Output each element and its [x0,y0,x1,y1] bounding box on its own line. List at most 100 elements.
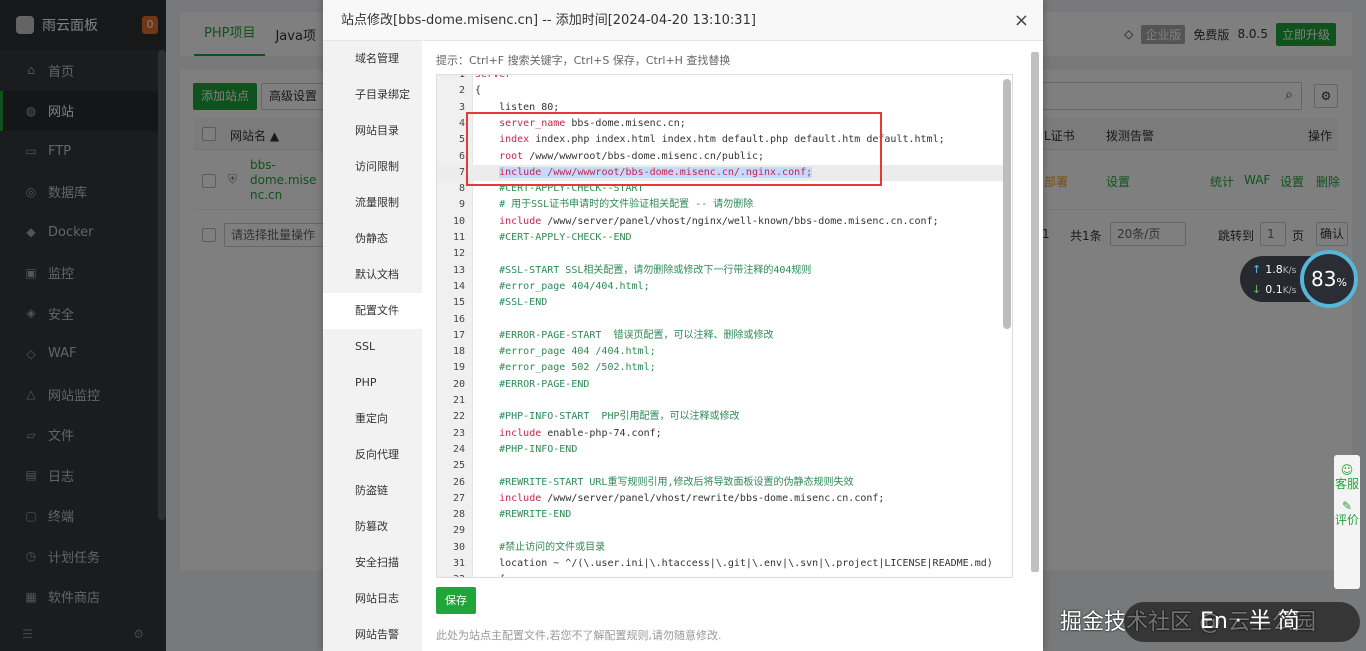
modal-tab[interactable]: 子目录绑定 [323,77,422,113]
line-number: 17 [452,329,465,341]
modal-tab[interactable]: 防盗链 [323,473,422,509]
code-line[interactable]: 19 #error_page 502 /502.html; [437,360,1005,376]
line-number: 19 [452,362,465,374]
code-line[interactable]: 27 include /www/server/panel/vhost/rewri… [437,491,1005,507]
code-text: #REWRITE-START URL重写规则引用,修改后将导致面板设置的伪静态规… [469,477,853,488]
line-number: 9 [458,199,465,211]
modal-tab[interactable]: 流量限制 [323,185,422,221]
code-text: #ERROR-PAGE-START 错误页配置，可以注释、删除或修改 [469,330,773,341]
modal-tab[interactable]: 防篡改 [323,509,422,545]
code-line[interactable]: 9 # 用于SSL证书申请时的文件验证相关配置 -- 请勿删除 [437,197,1005,213]
code-text: server [469,74,512,80]
code-token: #PHP-INFO-START PHP引用配置，可以注释或修改 [475,411,740,423]
code-text: { [469,85,481,96]
code-line[interactable]: 28 #REWRITE-END [437,507,1005,523]
code-token: server [475,74,512,80]
save-button[interactable]: 保存 [436,587,476,614]
modal-tab[interactable]: 访问限制 [323,149,422,185]
code-line[interactable]: 21 [437,393,1005,409]
code-line[interactable]: 2{ [437,83,1005,99]
code-line[interactable]: 24 #PHP-INFO-END [437,442,1005,458]
modal-tab[interactable]: 网站目录 [323,113,422,149]
feedback-button[interactable]: ✎ 评价 [1334,491,1360,527]
load-gauge[interactable]: 83% [1300,250,1358,308]
line-number: 31 [452,558,465,569]
config-warning-note: 此处为站点主配置文件,若您不了解配置规则,请勿随意修改. [436,629,722,642]
code-line[interactable]: 22 #PHP-INFO-START PHP引用配置，可以注释或修改 [437,409,1005,425]
code-line[interactable]: 25 [437,458,1005,474]
highlight-box [466,112,882,186]
code-text: #PHP-INFO-START PHP引用配置，可以注释或修改 [469,411,740,423]
code-text: include enable-php-74.conf; [469,428,662,439]
editor-scrollbar[interactable] [1003,79,1011,329]
modal-scrollbar[interactable] [1029,52,1041,632]
code-token: include [499,427,542,439]
code-token: #error_page 502 /502.html; [475,362,656,374]
code-line[interactable]: 13 #SSL-START SSL相关配置，请勿删除或修改下一行带注释的404规… [437,263,1005,279]
download-icon: ↓ [1252,283,1262,296]
download-unit: K/s [1282,286,1297,296]
line-number: 32 [437,572,469,577]
code-line[interactable]: 12 [437,246,1005,262]
code-text: #CERT-APPLY-CHECK--END [469,232,631,243]
code-line[interactable]: 32 { [437,572,1005,577]
line-number: 16 [452,313,465,325]
customer-service-button[interactable]: ☺ 客服 [1334,455,1360,491]
code-token: { [475,85,482,97]
code-line[interactable]: 1 server [437,74,1005,83]
modal-tab[interactable]: 反向代理 [323,437,422,473]
line-number: 20 [452,378,465,390]
code-line[interactable]: 30 #禁止访问的文件或目录 [437,540,1005,556]
code-line[interactable]: 10 include /www/server/panel/vhost/nginx… [437,214,1005,230]
code-line[interactable]: 15 #SSL-END [437,295,1005,311]
code-token: { [475,574,505,577]
line-number: 4 [458,117,465,129]
code-line[interactable]: 18 #error_page 404 /404.html; [437,344,1005,360]
code-token: enable-php-74.conf; [541,427,662,439]
code-text: #error_page 502 /502.html; [469,362,656,373]
code-line[interactable]: 20 #ERROR-PAGE-END [437,377,1005,393]
code-text: include /www/server/panel/vhost/rewrite/… [469,493,884,504]
ime-indicator: En · 半 简 [1124,602,1360,642]
modal-tab[interactable]: 配置文件 [323,293,422,329]
line-number: 26 [452,476,465,488]
line-number: 21 [452,395,465,406]
upload-unit: K/s [1282,266,1297,276]
modal-tab[interactable]: 伪静态 [323,221,422,257]
code-token: #error_page 404/404.html; [475,280,650,292]
code-line[interactable]: 17 #ERROR-PAGE-START 错误页配置，可以注释、删除或修改 [437,328,1005,344]
code-line[interactable]: 16 [437,312,1005,328]
code-text: # 用于SSL证书申请时的文件验证相关配置 -- 请勿删除 [469,199,753,210]
modal-tab[interactable]: 网站告警 [323,617,422,651]
line-number: 23 [452,427,465,439]
modal-tab[interactable]: PHP [323,365,422,401]
modal-scrollbar-thumb[interactable] [1031,52,1039,572]
modal-tab[interactable]: 安全扫描 [323,545,422,581]
code-line[interactable]: 26 #REWRITE-START URL重写规则引用,修改后将导致面板设置的伪… [437,475,1005,491]
code-line[interactable]: 14 #error_page 404/404.html; [437,279,1005,295]
modal-tab[interactable]: 网站日志 [323,581,422,617]
code-token: listen 80; [475,101,560,113]
code-token: /www/server/panel/vhost/nginx/well-known… [541,215,939,227]
code-text: #禁止访问的文件或目录 [469,542,605,553]
code-token: location ~ ^/(\.user.ini|\.htaccess|\.gi… [475,558,993,569]
line-number: 22 [452,411,465,423]
close-icon[interactable]: × [1014,0,1029,41]
code-line[interactable]: 11 #CERT-APPLY-CHECK--END [437,230,1005,246]
modal-tab[interactable]: 重定向 [323,401,422,437]
code-token: include [499,215,542,227]
code-text: #error_page 404 /404.html; [469,346,656,357]
line-number: 10 [452,215,465,227]
modal-tab[interactable]: 域名管理 [323,41,422,77]
code-line[interactable]: 29 [437,523,1005,539]
modal-tab-list: 域名管理 子目录绑定 网站目录 访问限制 流量限制 伪静态 默认文档 配置文件 SSL PHP 重定… [323,41,422,651]
code-line[interactable]: 23 include enable-php-74.conf; [437,426,1005,442]
modal-tab[interactable]: 默认文档 [323,257,422,293]
code-token: #ERROR-PAGE-START 错误页配置，可以注释、删除或修改 [475,329,774,341]
line-number: 7 [458,166,465,178]
modal-tab[interactable]: SSL [323,329,422,365]
code-text: #error_page 404/404.html; [469,281,650,292]
code-line[interactable]: 31 location ~ ^/(\.user.ini|\.htaccess|\… [437,556,1005,572]
code-token: #error_page 404 /404.html; [475,346,656,358]
code-token: /www/server/panel/vhost/rewrite/bbs-dome… [541,492,885,504]
